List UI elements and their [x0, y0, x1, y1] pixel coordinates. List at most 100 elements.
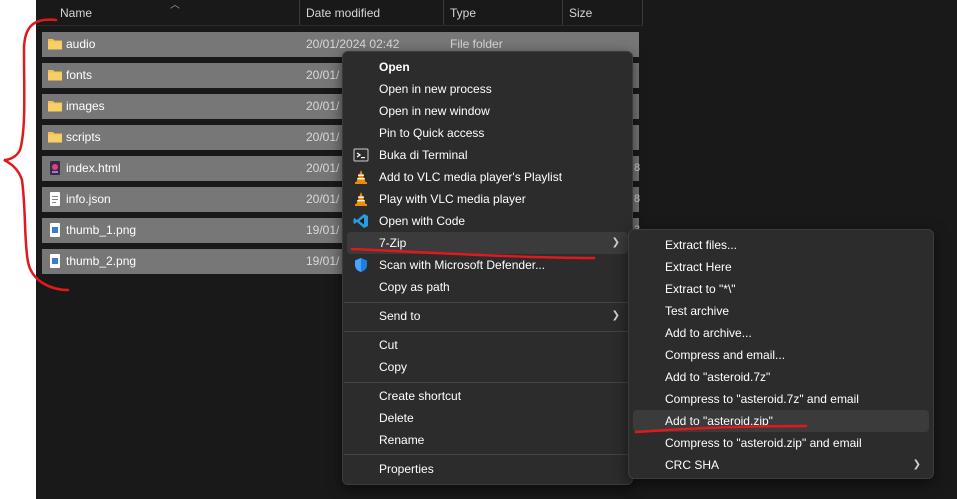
- file-date: 19/01/: [306, 254, 340, 268]
- menu-item-send-to[interactable]: Send to ❯: [347, 305, 628, 327]
- menu-item-vlc-play[interactable]: Play with VLC media player: [347, 188, 628, 210]
- menu-label: Rename: [379, 433, 425, 447]
- menu-item-rename[interactable]: Rename: [347, 429, 628, 451]
- defender-shield-icon: [355, 258, 367, 272]
- menu-item-7zip[interactable]: 7-Zip ❯: [347, 232, 628, 254]
- submenu-item-extract-here[interactable]: Extract Here: [633, 256, 929, 278]
- file-name: thumb_1.png: [66, 223, 137, 237]
- column-name-label: Name: [60, 6, 93, 20]
- menu-label: Scan with Microsoft Defender...: [379, 258, 546, 272]
- menu-label: Extract to "*\": [665, 282, 736, 296]
- menu-item-open-new-window[interactable]: Open in new window: [347, 100, 628, 122]
- menu-label: Test archive: [665, 304, 730, 318]
- submenu-item-crc-sha[interactable]: CRC SHA ❯: [633, 454, 929, 476]
- column-header-size[interactable]: Size: [563, 0, 643, 25]
- menu-item-copy[interactable]: Copy: [347, 356, 628, 378]
- menu-item-delete[interactable]: Delete: [347, 407, 628, 429]
- menu-item-create-shortcut[interactable]: Create shortcut: [347, 385, 628, 407]
- menu-label: Compress to "asteroid.7z" and email: [665, 392, 859, 406]
- menu-label: Copy: [379, 360, 408, 374]
- terminal-icon: [353, 148, 369, 162]
- menu-item-properties[interactable]: Properties: [347, 458, 628, 480]
- menu-label: Send to: [379, 309, 421, 323]
- menu-label: Cut: [379, 338, 398, 352]
- file-date: 20/01/: [306, 130, 340, 144]
- folder-icon: [48, 132, 62, 143]
- menu-separator: [344, 454, 631, 455]
- menu-label: Properties: [379, 462, 434, 476]
- menu-label: 7-Zip: [379, 236, 407, 250]
- menu-label: Add to "asteroid.7z": [665, 370, 771, 384]
- menu-item-cut[interactable]: Cut: [347, 334, 628, 356]
- file-name: fonts: [66, 68, 93, 82]
- vscode-icon: [353, 214, 368, 228]
- menu-item-defender[interactable]: Scan with Microsoft Defender...: [347, 254, 628, 276]
- menu-label: Open: [379, 60, 410, 74]
- menu-separator: [344, 331, 631, 332]
- file-name: audio: [66, 37, 96, 51]
- menu-label: Open in new process: [379, 82, 492, 96]
- submenu-item-add-to-archive[interactable]: Add to archive...: [633, 322, 929, 344]
- column-header-type[interactable]: Type: [444, 0, 563, 25]
- menu-label: Open in new window: [379, 104, 490, 118]
- file-name: index.html: [66, 161, 121, 175]
- file-size: 8: [634, 162, 641, 174]
- file-date: 19/01/: [306, 223, 340, 237]
- submenu-item-add-7z[interactable]: Add to "asteroid.7z": [633, 366, 929, 388]
- image-file-icon: [50, 254, 60, 268]
- menu-label: Compress and email...: [665, 348, 786, 362]
- chevron-right-icon: ❯: [611, 237, 620, 248]
- vlc-cone-icon: [355, 170, 367, 184]
- menu-separator: [344, 302, 631, 303]
- column-size-label: Size: [569, 6, 593, 20]
- submenu-item-extract-files[interactable]: Extract files...: [633, 234, 929, 256]
- folder-icon: [48, 39, 62, 50]
- menu-label: Extract Here: [665, 260, 732, 274]
- folder-icon: [48, 101, 62, 112]
- submenu-item-compress-zip-email[interactable]: Compress to "asteroid.zip" and email: [633, 432, 929, 454]
- file-date: 20/01/: [306, 68, 340, 82]
- menu-label: CRC SHA: [665, 458, 720, 472]
- file-name: thumb_2.png: [66, 254, 137, 268]
- folder-icon: [48, 70, 62, 81]
- menu-label: Copy as path: [379, 280, 450, 294]
- file-date: 20/01/: [306, 99, 340, 113]
- menu-separator: [344, 382, 631, 383]
- menu-item-open-new-process[interactable]: Open in new process: [347, 78, 628, 100]
- submenu-item-test-archive[interactable]: Test archive: [633, 300, 929, 322]
- submenu-item-add-zip[interactable]: Add to "asteroid.zip": [633, 410, 929, 432]
- menu-label: Add to archive...: [665, 326, 752, 340]
- file-date: 20/01/: [306, 192, 340, 206]
- menu-item-vlc-playlist[interactable]: Add to VLC media player's Playlist: [347, 166, 628, 188]
- file-name: scripts: [66, 130, 101, 144]
- menu-item-open-code[interactable]: Open with Code: [347, 210, 628, 232]
- menu-label: Pin to Quick access: [379, 126, 485, 140]
- menu-item-open[interactable]: Open: [347, 56, 628, 78]
- menu-label: Buka di Terminal: [379, 148, 468, 162]
- submenu-item-compress-email[interactable]: Compress and email...: [633, 344, 929, 366]
- html-file-icon: [50, 161, 60, 175]
- chevron-right-icon: ❯: [611, 310, 620, 321]
- menu-item-copy-path[interactable]: Copy as path: [347, 276, 628, 298]
- menu-label: Open with Code: [379, 214, 466, 228]
- column-date-label: Date modified: [306, 6, 381, 20]
- menu-item-pin-quick-access[interactable]: Pin to Quick access: [347, 122, 628, 144]
- file-name: images: [66, 99, 105, 113]
- column-type-label: Type: [450, 6, 477, 20]
- image-file-icon: [50, 223, 60, 237]
- menu-label: Play with VLC media player: [379, 192, 526, 206]
- column-header-date[interactable]: Date modified: [300, 0, 444, 25]
- menu-label: Compress to "asteroid.zip" and email: [665, 436, 862, 450]
- menu-label: Add to "asteroid.zip": [665, 414, 773, 428]
- file-date: 20/01/: [306, 161, 340, 175]
- json-file-icon: [50, 192, 60, 206]
- context-menu: Open Open in new process Open in new win…: [342, 51, 633, 485]
- submenu-7zip: Extract files... Extract Here Extract to…: [628, 229, 934, 479]
- menu-label: Extract files...: [665, 238, 738, 252]
- vlc-cone-icon: [355, 192, 367, 206]
- file-name: info.json: [66, 192, 111, 206]
- menu-item-terminal[interactable]: Buka di Terminal: [347, 144, 628, 166]
- column-header-bar: Name ︿ Date modified Type Size: [36, 0, 643, 26]
- submenu-item-compress-7z-email[interactable]: Compress to "asteroid.7z" and email: [633, 388, 929, 410]
- submenu-item-extract-to[interactable]: Extract to "*\": [633, 278, 929, 300]
